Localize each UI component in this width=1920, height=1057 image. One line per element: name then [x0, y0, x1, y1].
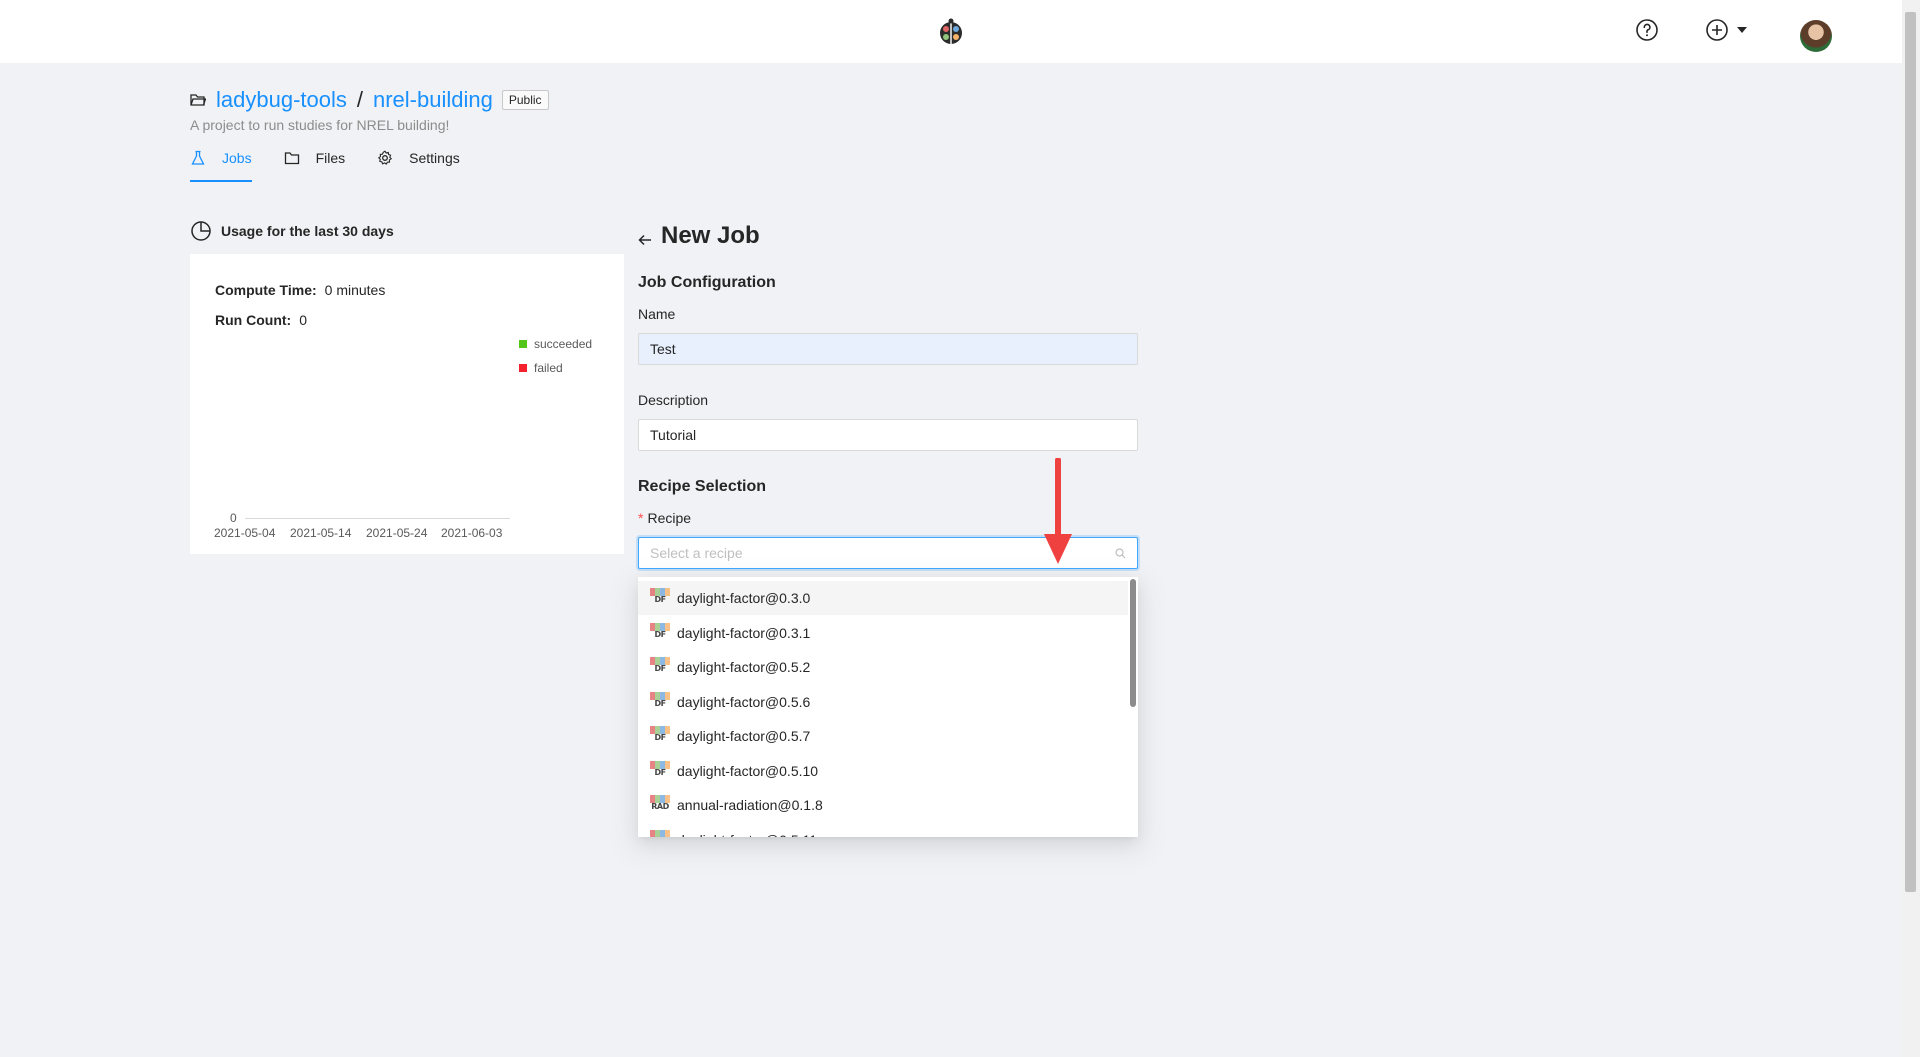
recipe-badge-icon: DF [650, 691, 670, 712]
tab-jobs-label: Jobs [222, 150, 252, 166]
legend-succeeded[interactable]: succeeded [519, 337, 592, 351]
recipe-badge-code: DF [654, 664, 666, 673]
caret-down-icon[interactable] [1737, 27, 1747, 33]
x-tick-label: 2021-05-14 [290, 526, 352, 540]
x-tick-label: 2021-05-04 [214, 526, 276, 540]
description-label: Description [638, 392, 709, 408]
recipe-label-text: Recipe [647, 510, 692, 526]
usage-card: Compute Time: 0 minutes Run Count: 0 succe… [190, 254, 624, 554]
recipe-selection-title: Recipe Selection [638, 478, 767, 495]
recipe-badge-code: DF [654, 629, 666, 639]
recipe-badge-icon: DF [650, 829, 670, 838]
pie-chart-icon [191, 221, 211, 241]
back-arrow-icon[interactable] [637, 232, 653, 248]
annotation-arrow-icon [1044, 458, 1072, 564]
project-tabs: Jobs Files Settings [190, 146, 492, 182]
folder-icon [284, 152, 299, 165]
search-icon [1115, 548, 1126, 559]
recipe-option-label: daylight-factor@0.5.2 [677, 659, 811, 675]
page-scrollbar-thumb[interactable] [1905, 12, 1916, 892]
legend-swatch-succeeded [519, 340, 527, 348]
recipe-badge-icon: DF [650, 588, 670, 608]
legend-label-failed: failed [534, 361, 563, 375]
recipe-option-label: daylight-factor@0.5.10 [677, 762, 819, 779]
run-count-stat: Run Count: 0 [215, 312, 307, 328]
job-configuration-title: Job Configuration [638, 274, 776, 291]
legend-label-succeeded: succeeded [534, 337, 593, 351]
recipe-badge-icon: DF [650, 726, 670, 746]
breadcrumb-separator: / [356, 87, 363, 112]
recipe-badge-code: DF [654, 767, 666, 777]
recipe-label: * Recipe [638, 510, 691, 526]
page-title: New Job [661, 222, 760, 249]
recipe-badge-code: DF [654, 733, 666, 742]
project-owner-link[interactable]: ladybug-tools [216, 87, 347, 113]
name-label: Name [638, 306, 676, 322]
compute-time-stat: Compute Time: 0 minutes [215, 282, 385, 298]
tab-settings[interactable]: Settings [377, 146, 460, 182]
recipe-badge-icon: RAD [650, 795, 670, 815]
recipe-badge-code: DF [650, 837, 670, 838]
recipe-badge-icon: DF [650, 657, 670, 677]
project-description: A project to run studies for NREL buildi… [190, 117, 450, 133]
recipe-option[interactable]: DF daylight-factor@0.3.0 [638, 581, 1128, 615]
recipe-badge-icon: DF [650, 760, 670, 781]
description-input[interactable]: Tutorial [638, 419, 1138, 451]
compute-time-label: Compute Time: [215, 282, 317, 298]
user-avatar[interactable] [1800, 20, 1832, 52]
tab-files-label: Files [315, 150, 346, 166]
name-input[interactable]: Test [638, 333, 1138, 365]
x-axis-line [245, 518, 510, 519]
y-tick-label: 0 [230, 511, 237, 525]
recipe-option[interactable]: DF daylight-factor@0.5.6 [638, 685, 1128, 719]
recipe-badge-code: DF [654, 595, 666, 604]
recipe-select-placeholder: Select a recipe [650, 545, 743, 561]
recipe-option[interactable]: DF daylight-factor@0.5.11 [638, 823, 1128, 838]
compute-time-value: 0 minutes [324, 282, 386, 298]
recipe-badge-code: RAD [651, 802, 669, 811]
folder-open-icon [190, 94, 206, 106]
recipe-option[interactable]: DF daylight-factor@0.5.10 [638, 754, 1128, 788]
run-count-value: 0 [299, 312, 307, 328]
project-name-link[interactable]: nrel-building [373, 87, 493, 113]
plus-circle-icon[interactable] [1705, 18, 1729, 42]
breadcrumb: ladybug-tools / nrel-building Public [190, 86, 549, 114]
usage-title: Usage for the last 30 days [221, 223, 394, 239]
recipe-option[interactable]: RAD annual-radiation@0.1.8 [638, 788, 1128, 822]
recipe-option-label: daylight-factor@0.5.11 [677, 832, 817, 838]
dropdown-scrollbar-thumb[interactable] [1130, 579, 1136, 707]
usage-header: Usage for the last 30 days [190, 220, 394, 242]
recipe-option-label: annual-radiation@0.1.8 [677, 797, 823, 813]
recipe-option-label: daylight-factor@0.5.7 [677, 728, 811, 744]
ladybug-logo-icon[interactable] [936, 17, 966, 47]
recipe-option-label: daylight-factor@0.5.6 [677, 693, 811, 710]
tab-settings-label: Settings [409, 150, 460, 166]
recipe-badge-code: DF [654, 698, 666, 708]
visibility-badge: Public [501, 90, 549, 110]
top-navigation-bar [0, 0, 1902, 63]
recipe-badge-icon: DF [650, 622, 670, 643]
recipe-option[interactable]: DF daylight-factor@0.3.1 [638, 616, 1128, 650]
legend-failed[interactable]: failed [519, 361, 563, 375]
help-circle-icon[interactable] [1635, 18, 1659, 42]
tab-files[interactable]: Files [284, 146, 346, 182]
recipe-option[interactable]: DF daylight-factor@0.5.2 [638, 650, 1128, 684]
recipe-option-label: daylight-factor@0.3.1 [677, 624, 811, 641]
recipe-option-label: daylight-factor@0.3.0 [677, 590, 811, 606]
tab-jobs[interactable]: Jobs [190, 146, 252, 182]
flask-icon [191, 150, 205, 165]
run-count-label: Run Count: [215, 312, 292, 328]
x-tick-label: 2021-05-24 [366, 526, 428, 540]
required-mark: * [638, 510, 644, 526]
legend-swatch-failed [519, 364, 527, 372]
recipe-dropdown: DF daylight-factor@0.3.0 DF daylight-factor… [638, 577, 1138, 837]
x-tick-label: 2021-06-03 [441, 526, 503, 540]
recipe-option[interactable]: DF daylight-factor@0.5.7 [638, 719, 1128, 753]
gear-icon [378, 150, 393, 165]
